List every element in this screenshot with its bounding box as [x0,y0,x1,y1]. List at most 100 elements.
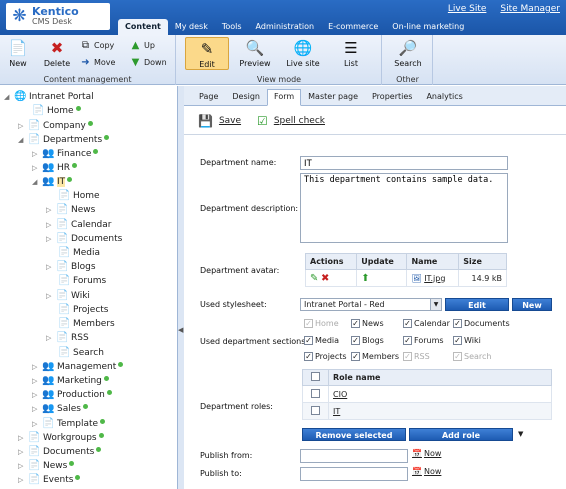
tree-node[interactable]: ▷ 📄 Template [32,417,106,431]
section-checkbox-search[interactable]: ✓ Search [453,352,491,361]
tree-node[interactable]: ▷ 📄 Documents [18,445,102,459]
tree-node[interactable]: ▷ 👥 Production [32,388,112,402]
tab-e-commerce[interactable]: E-commerce [321,19,385,35]
row-checkbox[interactable] [311,405,320,415]
tab-administration[interactable]: Administration [249,19,322,35]
tree-node[interactable]: ◢ 📄 Departments [18,133,110,147]
department-name-input[interactable] [300,156,508,170]
tree-node[interactable]: ▷ 📄 Workgroups [18,431,104,445]
tree-node[interactable]: ▷ 📄 Blogs [46,260,96,274]
tree-node[interactable]: ▷ 📄 Wiki [46,289,90,303]
delete-icon[interactable]: ✖ [321,273,329,284]
preview-button[interactable]: 🔍 Preview [237,39,273,68]
tab-form[interactable]: Form [267,89,302,106]
publish-to-now[interactable]: 📅 Now [412,467,441,476]
tree-node[interactable]: ▷ 📄 RSS [46,331,89,345]
tree-node[interactable]: ▷ 👥 Finance [32,147,99,161]
save-link[interactable]: Save [219,116,241,126]
expand-icon[interactable]: ▷ [32,420,42,428]
section-checkbox-wiki[interactable]: ✓ Wiki [453,336,481,345]
new-stylesheet-button[interactable]: New [512,298,552,311]
department-description-textarea[interactable]: This department contains sample data. [300,173,508,243]
expand-icon[interactable]: ▷ [46,292,56,300]
role-link[interactable]: CIO [333,390,347,399]
tab-page[interactable]: Page [192,89,225,106]
tree-node[interactable]: ▷ 📄 News [46,203,95,217]
avatar-file-link[interactable]: IT.jpg [424,274,445,283]
tab-my-desk[interactable]: My desk [168,19,215,35]
edit-view-button[interactable]: ✎ Edit [185,37,229,70]
stylesheet-select[interactable]: Intranet Portal - Red ▼ [300,298,442,311]
section-checkbox-blogs[interactable]: ✓ Blogs [351,336,384,345]
publish-from-input[interactable] [300,449,408,463]
site-manager-link[interactable]: Site Manager [500,4,560,14]
live-site-link[interactable]: Live Site [448,4,487,14]
tree-node[interactable]: 📄 Media [58,246,100,260]
tab-master-page[interactable]: Master page [301,89,365,106]
tree-node-intranet-portal[interactable]: ◢ 🌐 Intranet Portal [4,90,94,104]
tree-node[interactable]: ▷ 👥 Management [32,360,124,374]
expand-icon[interactable]: ▷ [46,263,56,271]
section-checkbox-calendar[interactable]: ✓ Calendar [403,319,450,328]
tree-node[interactable]: 📄 Members [58,317,115,331]
section-checkbox-forums[interactable]: ✓ Forums [403,336,444,345]
expand-icon[interactable]: ▷ [18,434,28,442]
tab-tools[interactable]: Tools [215,19,249,35]
edit-stylesheet-button[interactable]: Edit [445,298,509,311]
spell-check-icon[interactable]: ☑ [257,114,268,128]
move-button[interactable]: ➜ Move [80,57,115,68]
publish-from-now[interactable]: 📅 Now [412,449,441,458]
tree-node[interactable]: ▷ 📄 Calendar [46,218,111,232]
expand-icon[interactable]: ▷ [32,150,42,158]
collapse-icon[interactable]: ◢ [4,93,14,101]
collapse-panel-icon[interactable]: ◀ [178,326,183,334]
tree-node[interactable]: ▷ 👥 Sales [32,402,88,416]
section-checkbox-rss[interactable]: ✓ RSS [403,352,430,361]
expand-icon[interactable]: ▷ [46,235,56,243]
expand-icon[interactable]: ▷ [18,476,28,484]
expand-icon[interactable]: ▷ [32,377,42,385]
spell-check-link[interactable]: Spell check [274,116,325,126]
expand-icon[interactable]: ▷ [18,448,28,456]
chevron-down-icon[interactable]: ▼ [430,299,441,310]
role-link[interactable]: IT [333,407,340,416]
down-button[interactable]: ▼ Down [130,57,167,68]
tree-node[interactable]: 📄 Forums [58,274,106,288]
expand-icon[interactable]: ▷ [32,363,42,371]
tree-node[interactable]: 📄 Search [58,346,104,360]
upload-icon[interactable]: ⬆ [361,273,369,284]
expand-icon[interactable]: ▷ [46,334,56,342]
tab-content[interactable]: Content [118,19,168,35]
tree-node[interactable]: ▷ 👥 HR [32,161,78,175]
tab-design[interactable]: Design [225,89,267,106]
expand-icon[interactable]: ▷ [32,391,42,399]
copy-button[interactable]: ⧉ Copy [80,40,114,51]
section-checkbox-media[interactable]: ✓ Media [304,336,339,345]
tree-node-selected[interactable]: ◢ 👥 IT [32,175,73,189]
tree-node[interactable]: ▷ 📄 Events [18,473,81,487]
chevron-down-icon[interactable]: ▼ [518,430,523,438]
collapse-icon[interactable]: ◢ [18,136,28,144]
tree-node[interactable]: 📄 Home [58,189,100,203]
collapse-icon[interactable]: ◢ [32,178,42,186]
tree-node[interactable]: ▷ 📄 News [18,459,75,473]
tree-node[interactable]: ▷ 👥 Marketing [32,374,109,388]
section-checkbox-documents[interactable]: ✓ Documents [453,319,510,328]
calendar-icon[interactable]: 📅 [412,449,422,458]
list-button[interactable]: ☰ List [333,39,369,68]
expand-icon[interactable]: ▷ [46,206,56,214]
tree-node[interactable]: 📄 Home [32,104,81,118]
section-checkbox-projects[interactable]: ✓ Projects [304,352,347,361]
up-button[interactable]: ▲ Up [130,40,155,51]
section-checkbox-home[interactable]: ✓ Home [304,319,339,328]
tree-node[interactable]: 📄 Projects [58,303,108,317]
publish-to-input[interactable] [300,467,408,481]
section-checkbox-members[interactable]: ✓ Members [351,352,399,361]
search-button[interactable]: 🔎 Search [391,39,425,68]
expand-icon[interactable]: ▷ [18,462,28,470]
edit-pencil-icon[interactable]: ✎ [310,273,318,284]
tab-properties[interactable]: Properties [365,89,419,106]
section-checkbox-news[interactable]: ✓ News [351,319,384,328]
select-all-checkbox[interactable] [311,372,320,381]
row-checkbox[interactable] [311,388,320,398]
